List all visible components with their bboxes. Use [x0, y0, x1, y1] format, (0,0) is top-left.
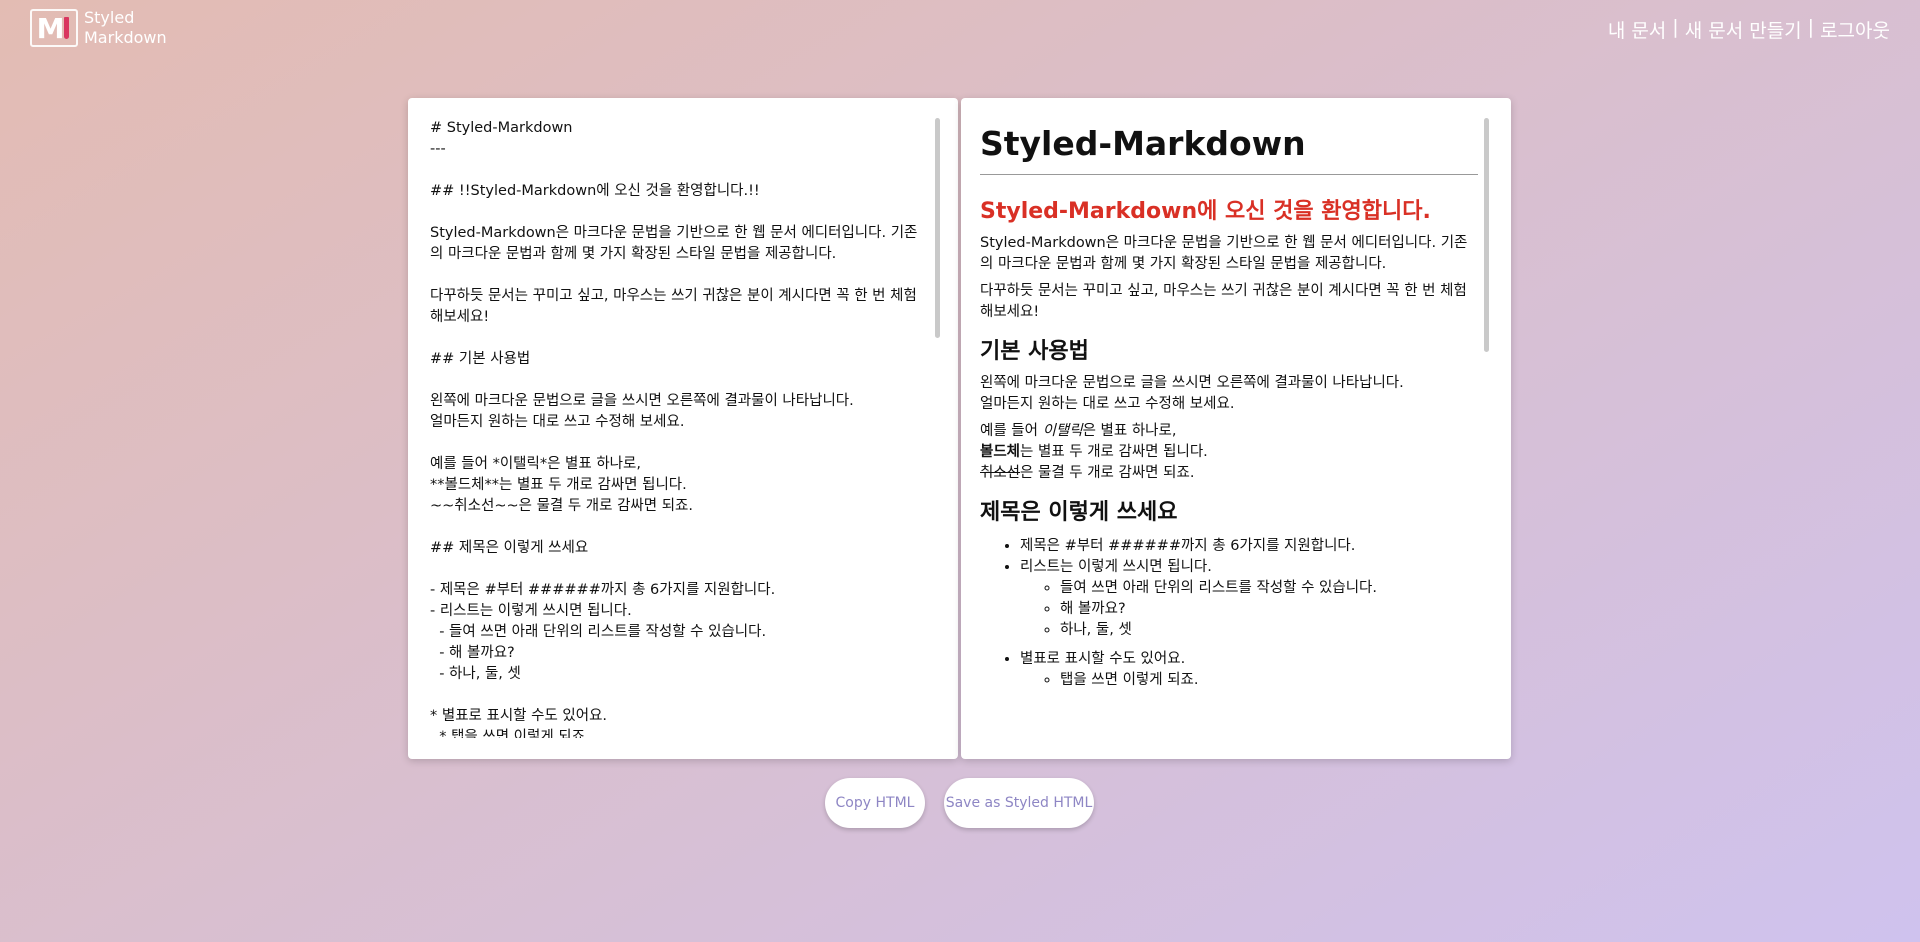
nav-separator: |	[1672, 16, 1679, 38]
copy-html-button[interactable]: Copy HTML	[825, 778, 925, 828]
logo-text-line2: Markdown	[84, 28, 167, 47]
preview-italic-suffix: 은 별표 하나로,	[1082, 423, 1177, 439]
list-item: 해 볼까요?	[1060, 599, 1478, 620]
preview-scrollbar[interactable]	[1484, 118, 1489, 352]
logo-text: Styled Markdown	[84, 8, 167, 48]
nav-logout-link[interactable]: 로그아웃	[1820, 16, 1890, 43]
logo-mark-icon: M	[30, 9, 78, 47]
list-item: 하나, 둘, 셋	[1060, 620, 1478, 641]
preview-basic-line2: 얼마든지 원하는 대로 쓰고 수정해 보세요.	[980, 396, 1235, 412]
editor-scrollbar[interactable]	[935, 118, 940, 338]
markdown-editor-panel: # Styled-Markdown --- ## !!Styled-Markdo…	[408, 98, 958, 759]
list-item: 들여 쓰면 아래 단위의 리스트를 작성할 수 있습니다.	[1060, 578, 1478, 599]
logo-mark-letter: M	[36, 11, 65, 45]
preview-welcome-heading: Styled-Markdown에 오신 것을 환영합니다.	[980, 199, 1431, 224]
preview-title: Styled-Markdown	[980, 122, 1478, 175]
preview-list: 제목은 #부터 ######까지 총 6가지를 지원합니다. 리스트는 이렇게 …	[980, 536, 1478, 641]
preview-intro-paragraph: Styled-Markdown은 마크다운 문법을 기반으로 한 웹 문서 에디…	[980, 235, 1468, 272]
preview-sublist: 들여 쓰면 아래 단위의 리스트를 작성할 수 있습니다. 해 볼까요? 하나,…	[1020, 578, 1478, 641]
logo-text-line1: Styled	[84, 8, 135, 27]
preview-italic-word: 이탤릭	[1042, 423, 1083, 439]
preview-sublist: 탭을 쓰면 이렇게 되죠.	[1020, 670, 1478, 691]
preview-intro2-paragraph: 다꾸하듯 문서는 꾸미고 싶고, 마우스는 쓰기 귀찮은 분이 계시다면 꼭 한…	[980, 283, 1467, 320]
preview-bold-word: 볼드체	[980, 444, 1021, 460]
preview-basic-paragraph: 왼쪽에 마크다운 문법으로 글을 쓰시면 오른쪽에 결과물이 나타납니다. 얼마…	[980, 373, 1478, 415]
list-item: 별표로 표시할 수도 있어요. 탭을 쓰면 이렇게 되죠.	[1020, 649, 1478, 691]
app-logo[interactable]: M Styled Markdown	[30, 8, 167, 48]
nav-separator: |	[1807, 16, 1815, 38]
nav-my-docs-link[interactable]: 내 문서	[1608, 16, 1666, 43]
markdown-editor-textarea[interactable]: # Styled-Markdown --- ## !!Styled-Markdo…	[430, 118, 930, 738]
list-item: 제목은 #부터 ######까지 총 6가지를 지원합니다.	[1020, 536, 1478, 557]
preview-panel: Styled-Markdown Styled-Markdown에 오신 것을 환…	[961, 98, 1511, 759]
list-item: 리스트는 이렇게 쓰시면 됩니다. 들여 쓰면 아래 단위의 리스트를 작성할 …	[1020, 557, 1478, 641]
preview-bold-suffix: 는 별표 두 개로 감싸면 됩니다.	[1020, 444, 1208, 460]
list-item: 탭을 쓰면 이렇게 되죠.	[1060, 670, 1478, 691]
preview-basic-heading: 기본 사용법	[980, 339, 1089, 364]
save-styled-html-button[interactable]: Save as Styled HTML	[944, 778, 1094, 828]
nav-new-doc-link[interactable]: 새 문서 만들기	[1685, 16, 1802, 43]
preview-title-heading: 제목은 이렇게 쓰세요	[980, 500, 1178, 525]
list-item-label: 리스트는 이렇게 쓰시면 됩니다.	[1020, 559, 1212, 575]
list-item-label: 별표로 표시할 수도 있어요.	[1020, 651, 1186, 667]
pen-icon	[64, 17, 69, 39]
preview-list: 별표로 표시할 수도 있어요. 탭을 쓰면 이렇게 되죠.	[980, 649, 1478, 691]
preview-strike-word: 취소선	[980, 465, 1021, 481]
preview-example-paragraph: 예를 들어 이탤릭은 별표 하나로, 볼드체는 별표 두 개로 감싸면 됩니다.…	[980, 421, 1478, 484]
preview-strike-suffix: 은 물결 두 개로 감싸면 되죠.	[1020, 465, 1195, 481]
preview-example-prefix: 예를 들어	[980, 423, 1043, 439]
preview-basic-line1: 왼쪽에 마크다운 문법으로 글을 쓰시면 오른쪽에 결과물이 나타납니다.	[980, 375, 1404, 391]
top-nav: 내 문서 | 새 문서 만들기 | 로그아웃	[1608, 16, 1890, 43]
preview-content: Styled-Markdown Styled-Markdown에 오신 것을 환…	[980, 122, 1478, 736]
